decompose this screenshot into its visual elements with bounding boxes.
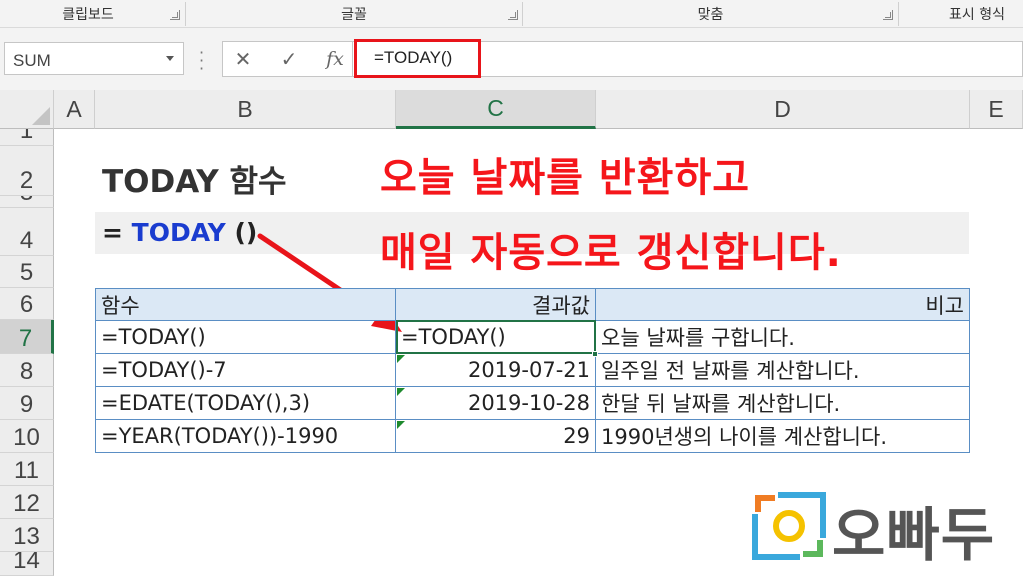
- table-cell-note[interactable]: 1990년생의 나이를 계산합니다.: [596, 420, 970, 453]
- table-cell-func[interactable]: =EDATE(TODAY(),3): [95, 387, 396, 420]
- table-cell-note[interactable]: 오늘 날짜를 구합니다.: [596, 321, 970, 354]
- table-cell-func[interactable]: =TODAY(): [95, 321, 396, 354]
- table-cell-result[interactable]: 29: [396, 420, 596, 453]
- error-indicator-icon: [397, 355, 405, 363]
- table-cell-result[interactable]: 2019-07-21: [396, 354, 596, 387]
- table-header-function[interactable]: 함수: [95, 288, 396, 321]
- table-cell-result[interactable]: 2019-10-28: [396, 387, 596, 420]
- table-cell-note[interactable]: 일주일 전 날짜를 계산합니다.: [596, 354, 970, 387]
- table-header-note[interactable]: 비고: [596, 288, 970, 321]
- logo-mark-icon: [752, 492, 826, 560]
- table-cell-note[interactable]: 한달 뒤 날짜를 계산합니다.: [596, 387, 970, 420]
- logo-text: 오빠두: [832, 501, 996, 569]
- fill-handle[interactable]: [592, 351, 598, 357]
- table-cell-func[interactable]: =YEAR(TODAY())-1990: [95, 420, 396, 453]
- error-indicator-icon: [397, 421, 405, 429]
- active-cell-c7[interactable]: [396, 320, 596, 354]
- table-cell-func[interactable]: =TODAY()-7: [95, 354, 396, 387]
- table-header-result[interactable]: 결과값: [396, 288, 596, 321]
- error-indicator-icon: [397, 388, 405, 396]
